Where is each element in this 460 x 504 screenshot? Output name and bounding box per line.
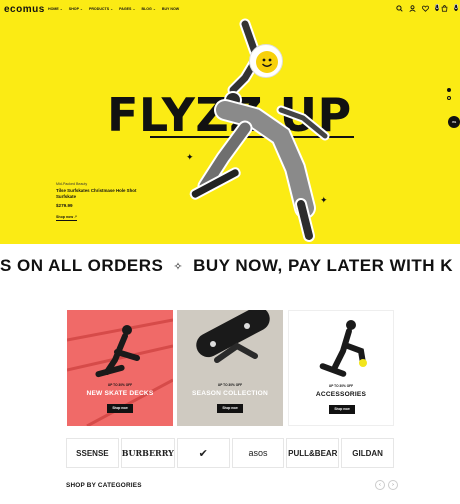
smiley-sticker (249, 44, 283, 78)
shop-now-button[interactable]: Shop now (217, 404, 243, 413)
menu-item-products[interactable]: PRODUCTS ⌄ (89, 7, 113, 11)
marquee-text: BUY NOW, PAY LATER WITH K (193, 256, 454, 275)
brand-strip: SSENSE BURBERRY ✔ asos PULL&BEAR GILDAN (66, 438, 394, 468)
smiley-icon (256, 51, 278, 73)
chevron-left-icon[interactable]: ‹ (375, 480, 385, 490)
brand-burberry[interactable]: BURBERRY (120, 438, 175, 468)
menu-item-pages[interactable]: PAGES ⌄ (119, 7, 135, 11)
brand-pull-and-bear[interactable]: PULL&BEAR (286, 438, 340, 468)
card-discount-tag: UP TO 30% OFF (217, 383, 243, 387)
menu-item-blog[interactable]: BLOG ⌄ (141, 7, 155, 11)
wishlist-count: 0 (435, 4, 440, 11)
card-discount-tag: UP TO 30% OFF (107, 383, 133, 387)
menu-item-home[interactable]: HOME ⌄ (48, 7, 63, 11)
cart-count: 0 (454, 4, 458, 11)
hero-banner: ecomus HOME ⌄ SHOP ⌄ PRODUCTS ⌄ PAGES ⌄ … (0, 0, 460, 244)
category-carousel-controls: ‹ › (375, 480, 398, 490)
promo-marquee: S ON ALL ORDERS ✧ BUY NOW, PAY LATER WIT… (0, 252, 460, 280)
slider-pagination (447, 88, 451, 100)
brand-nike[interactable]: ✔ (176, 438, 230, 468)
shop-now-button[interactable]: Shop now (107, 404, 133, 413)
category-card-skate-decks[interactable]: UP TO 30% OFF NEW SKATE DECKS Shop now (67, 310, 173, 426)
hero-subtitle: Mid-Packed Beauty (56, 182, 88, 186)
top-navigation: ecomus HOME ⌄ SHOP ⌄ PRODUCTS ⌄ PAGES ⌄ … (0, 0, 460, 20)
card-title: ACCESSORIES (315, 391, 367, 398)
card-title: NEW SKATE DECKS (86, 390, 154, 397)
user-icon[interactable] (409, 5, 416, 15)
category-card-accessories[interactable]: UP TO 30% OFF ACCESSORIES Shop now (288, 310, 394, 426)
menu-item-shop[interactable]: SHOP ⌄ (69, 7, 83, 11)
heart-icon[interactable]: 0 (422, 4, 440, 15)
shop-now-button[interactable]: Shop now (329, 405, 355, 414)
card-discount-tag: UP TO 30% OFF (328, 384, 354, 388)
sparkle-icon: ✦ (186, 152, 194, 162)
logo[interactable]: ecomus (4, 4, 45, 15)
card-title: SEASON COLLECTION (192, 390, 268, 397)
chevron-right-icon[interactable]: › (388, 480, 398, 490)
search-icon[interactable] (396, 5, 403, 15)
category-card-season-collection[interactable]: UP TO 30% OFF SEASON COLLECTION Shop now (177, 310, 283, 426)
sparkle-icon: ✦ (320, 195, 328, 205)
star-icon: ✧ (173, 260, 184, 273)
hero-price: $279.99 (56, 203, 73, 208)
shop-by-categories-title: SHOP BY CATEGORIES (66, 482, 142, 489)
brand-ssense[interactable]: SSENSE (66, 438, 119, 468)
header-actions: 0 0 (396, 4, 458, 15)
menu-item-buy-now[interactable]: BUY NOW (162, 7, 179, 11)
discount-badge-button[interactable]: 4% (448, 116, 460, 128)
marquee-text: S ON ALL ORDERS (0, 256, 164, 275)
brand-gildan[interactable]: GILDAN (341, 438, 394, 468)
brand-asos[interactable]: asos (231, 438, 285, 468)
hero-product-name[interactable]: Tilse Surfskates Christmase Hole Shot Su… (56, 188, 146, 199)
hero-shop-link[interactable]: Shop now ↗ (56, 215, 78, 221)
slide-dot[interactable] (447, 88, 451, 92)
cart-icon[interactable]: 0 (441, 4, 458, 15)
main-menu: HOME ⌄ SHOP ⌄ PRODUCTS ⌄ PAGES ⌄ BLOG ⌄ … (48, 7, 179, 11)
slide-dot[interactable] (447, 96, 451, 100)
